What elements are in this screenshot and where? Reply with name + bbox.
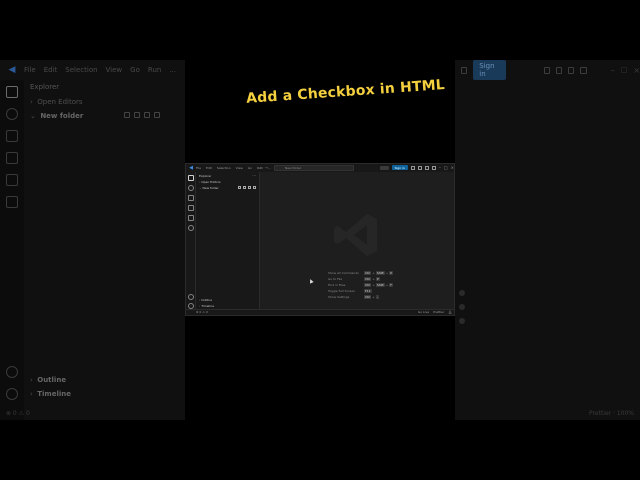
mouse-cursor-icon [308,278,314,284]
editor-area: Show All Commands Ctrl + Shift + P Go to F… [261,172,454,311]
bg-menubar: ◀ File Edit Selection View Go Run ... [0,60,185,80]
source-control-icon [6,130,18,142]
bg-open-editors: › Open Editors [30,98,83,106]
bg-explorer-title: Explorer [30,83,60,91]
account-icon[interactable] [188,294,194,300]
menu-more[interactable]: ... [268,166,271,170]
toggle-sidebar-icon[interactable] [417,165,422,170]
close-icon: × [633,65,640,75]
bg-sidebar: Explorer › Open Editors ⌄ New folder › O… [24,80,185,420]
prettier-status[interactable]: Prettier [433,310,444,315]
bg-menu-run: Run [147,66,162,74]
explorer-sidebar: Explorer ··· ›Open Editors ⌄New folder ›… [196,172,260,311]
account-icon [6,366,18,378]
files-icon[interactable] [188,175,194,181]
gear-icon [6,388,18,400]
collapse-icon [154,112,160,118]
vscode-window: ◀ File Edit Selection View Go Run ... ← … [185,163,455,316]
marker-icon [459,290,465,296]
activity-bar [186,172,196,311]
refresh-icon [144,112,150,118]
remote-icon[interactable] [188,225,194,231]
copilot-icon [461,66,468,74]
bg-timeline: › Timeline [30,390,71,398]
minimize-icon: – [610,65,615,75]
toggle-secondary-icon [580,66,587,74]
bg-menu-more: ... [169,66,177,74]
open-editors-section[interactable]: ›Open Editors [199,180,221,184]
outline-section[interactable]: ›Outline [199,298,212,302]
minimize-icon[interactable]: – [439,165,441,170]
folder-tools [238,186,256,189]
problems-status[interactable]: ⊗ 0 ⚠ 0 [196,310,208,315]
new-folder-section[interactable]: ⌄New folder [199,186,219,190]
close-icon[interactable]: × [451,165,454,170]
new-folder-icon[interactable] [243,186,246,189]
toggle-sidebar-icon [555,66,563,74]
files-icon [6,86,18,98]
toggle-secondary-icon[interactable] [431,165,436,170]
bg-right-status: Prettier · 100% [589,410,634,417]
menu-selection[interactable]: Selection [217,166,231,170]
menu-go[interactable]: Go [248,166,252,170]
toggle-panel-icon[interactable] [424,165,429,170]
source-control-icon[interactable] [188,195,194,201]
shortcut-hints: Show All Commands Ctrl + Shift + P Go to F… [328,271,394,301]
bg-right-toolbar: Sign in – □ × [455,60,640,80]
shortcut-row: Show Settings Ctrl + , [328,295,379,299]
bg-menu-selection: Selection [65,66,98,74]
maximize-icon[interactable]: □ [444,165,448,170]
extensions-icon [6,174,18,186]
copilot-icon[interactable] [379,165,389,170]
bg-menu-go: Go [130,66,140,74]
new-file-icon [124,112,130,118]
remote-icon [6,196,18,208]
bg-menu-file: File [24,66,36,74]
bg-outline: › Outline [30,376,67,384]
title-bar-actions: Sign in – □ × [379,165,454,170]
explorer-title: Explorer [199,174,212,178]
background-vscode-right: Sign in – □ × Prettier · 100% [455,60,640,420]
more-actions-icon[interactable]: ··· [252,173,256,178]
nav-arrows-icon[interactable]: ← → [260,165,268,170]
marker-icon [459,318,465,324]
refresh-icon[interactable] [248,186,251,189]
title-bar: ◀ File Edit Selection View Go Run ... ← … [186,164,454,172]
bg-sign-in-button: Sign in [473,60,506,80]
bg-menu-view: View [105,66,123,74]
vscode-logo-icon: ◀ [189,165,193,171]
bg-right-markers [459,290,465,324]
vscode-logo-icon: ◀ [8,65,16,75]
new-folder-icon [134,112,140,118]
run-debug-icon [6,152,18,164]
vscode-watermark-icon [331,210,381,260]
bg-statusbar: ⊗ 0 ⚠ 0 [6,410,30,417]
bg-new-folder: ⌄ New folder [30,112,84,120]
menu-view[interactable]: View [236,166,243,170]
menu-edit[interactable]: Edit [206,166,212,170]
command-center-search[interactable]: New folder [274,165,354,171]
new-file-icon[interactable] [238,186,241,189]
menu-file[interactable]: File [196,166,201,170]
marker-icon [459,304,465,310]
maximize-icon: □ [620,66,628,74]
search-icon[interactable] [188,185,194,191]
video-caption: Add a Checkbox in HTML [245,77,446,107]
timeline-section[interactable]: ›Timeline [199,304,214,308]
run-debug-icon[interactable] [188,205,194,211]
background-vscode-left: ◀ File Edit Selection View Go Run ... Ex… [0,60,185,420]
bg-menu-edit: Edit [43,66,58,74]
collapse-icon[interactable] [253,186,256,189]
toggle-panel-icon [568,66,575,74]
search-icon [6,108,18,120]
sign-in-button[interactable]: Sign in [391,165,408,170]
extensions-icon[interactable] [188,215,194,221]
bg-activity-bar [0,80,24,420]
status-bar: ⊗ 0 ⚠ 0 Go Live Prettier 🔔︎ [186,309,454,315]
bell-icon[interactable]: 🔔︎ [448,310,452,315]
go-live-status[interactable]: Go Live [418,310,429,315]
layout-icon[interactable] [410,165,415,170]
bg-folder-tools [124,112,160,118]
layout-icon [543,66,550,74]
